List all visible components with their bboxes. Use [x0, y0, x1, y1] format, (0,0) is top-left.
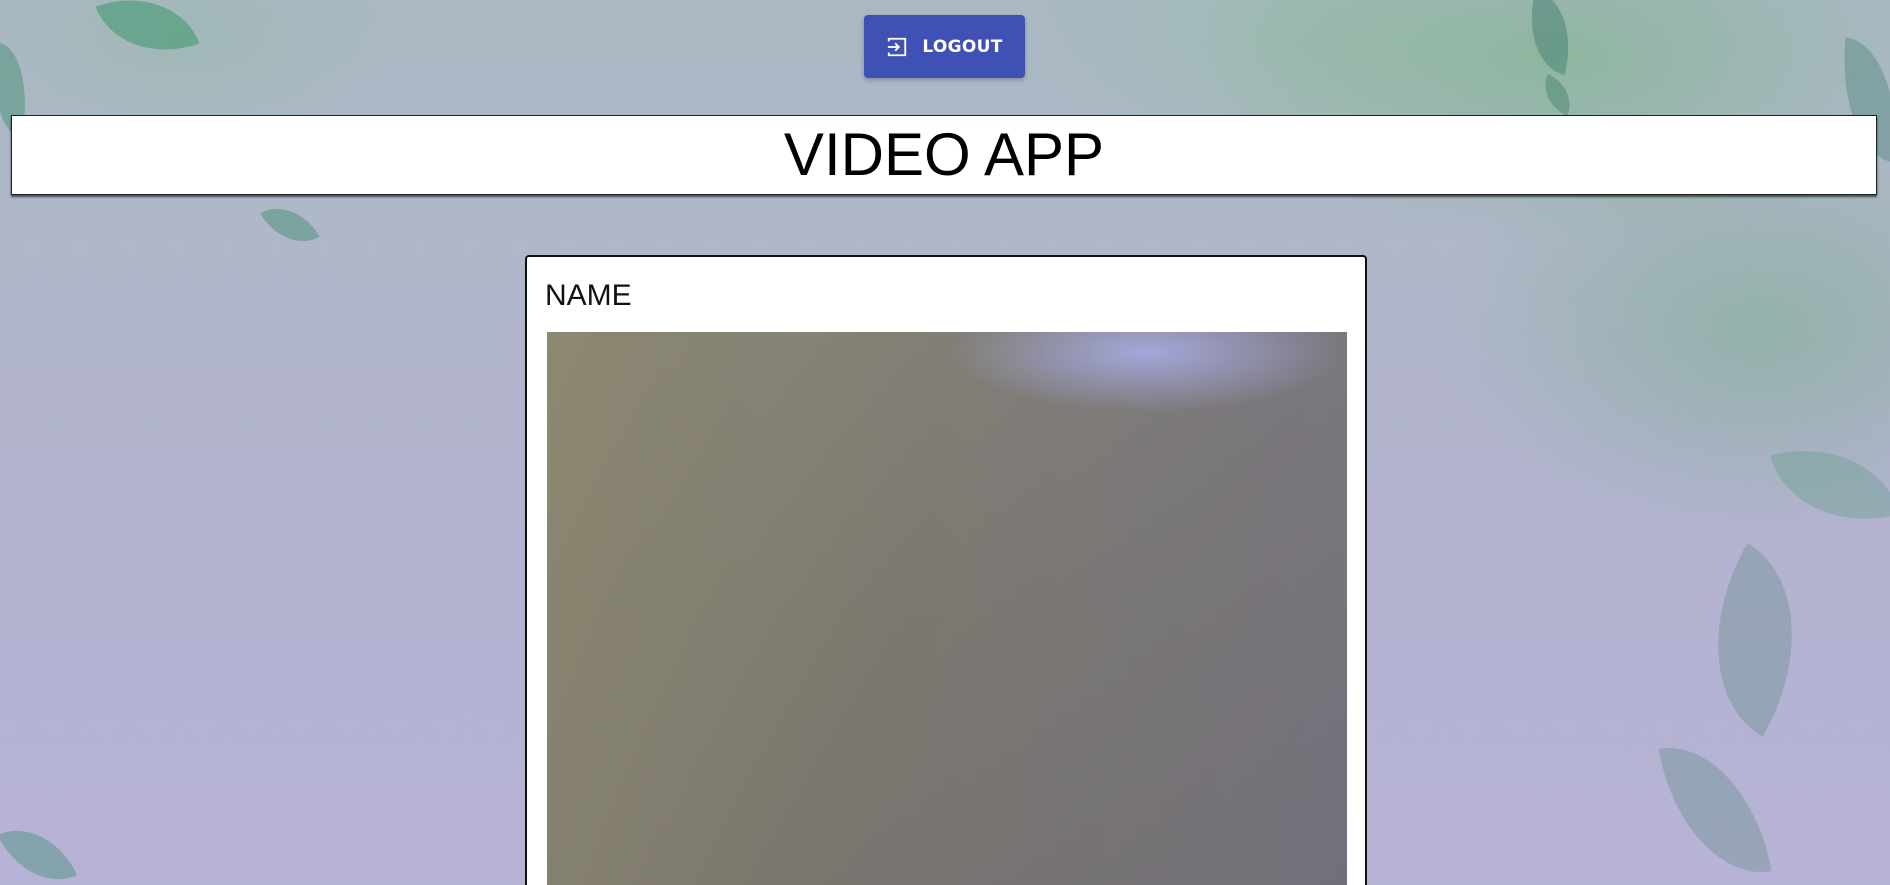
background-leaf-decoration — [1516, 0, 1584, 76]
background-leaf-decoration — [95, 0, 200, 73]
video-stream[interactable] — [547, 332, 1347, 885]
logout-icon — [886, 36, 908, 58]
video-card: NAME — [525, 255, 1367, 885]
background-leaf-decoration — [1658, 733, 1772, 885]
background-leaf-decoration — [0, 811, 78, 885]
app-header: VIDEO APP — [11, 115, 1877, 195]
page-title: VIDEO APP — [783, 121, 1105, 188]
background-leaf-decoration — [260, 193, 320, 257]
background-leaf-decoration — [1770, 427, 1890, 543]
logout-button[interactable]: LOGOUT — [864, 15, 1025, 78]
participant-name-label: NAME — [545, 279, 632, 312]
background-leaf-decoration — [1667, 543, 1843, 737]
background-leaf-decoration — [1535, 74, 1580, 116]
logout-button-label: LOGOUT — [922, 36, 1003, 57]
